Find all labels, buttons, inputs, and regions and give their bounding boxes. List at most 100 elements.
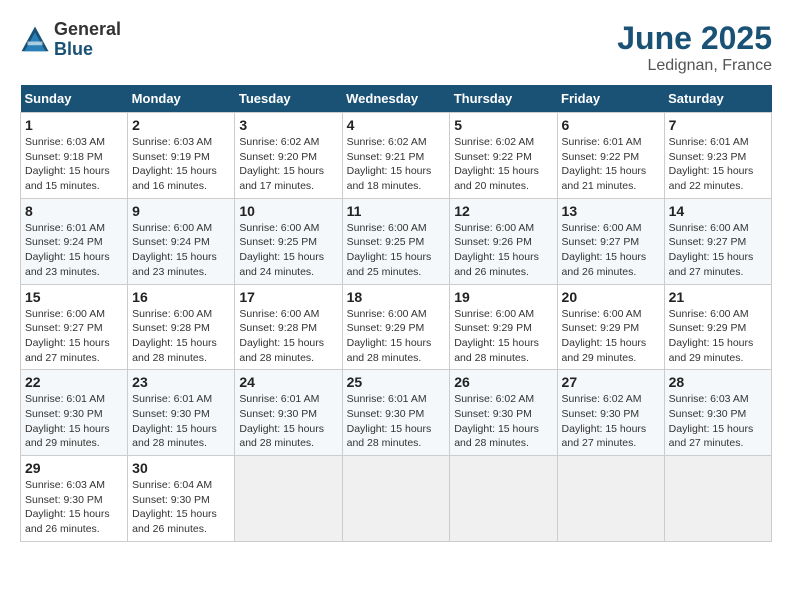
calendar-cell [342, 456, 450, 542]
weekday-header: Tuesday [235, 85, 342, 113]
day-number: 26 [454, 374, 552, 390]
day-number: 29 [25, 460, 123, 476]
calendar-cell: 26 Sunrise: 6:02 AM Sunset: 9:30 PM Dayli… [450, 370, 557, 456]
day-info: Sunrise: 6:02 AM Sunset: 9:20 PM Dayligh… [239, 135, 337, 194]
calendar-title: June 2025 [617, 20, 772, 57]
calendar-cell: 17Sunrise: 6:00 AM Sunset: 9:28 PM Dayli… [235, 284, 342, 370]
calendar-cell: 5Sunrise: 6:02 AM Sunset: 9:22 PM Daylig… [450, 113, 557, 199]
day-number: 5 [454, 117, 552, 133]
weekday-header: Thursday [450, 85, 557, 113]
day-info: Sunrise: 6:00 AM Sunset: 9:25 PM Dayligh… [239, 221, 337, 280]
weekday-header: Wednesday [342, 85, 450, 113]
day-number: 22 [25, 374, 123, 390]
day-info: Sunrise: 6:03 AM Sunset: 9:18 PM Dayligh… [25, 135, 123, 194]
day-info: Sunrise: 6:00 AM Sunset: 9:28 PM Dayligh… [239, 307, 337, 366]
calendar-table: SundayMondayTuesdayWednesdayThursdayFrid… [20, 85, 772, 542]
calendar-cell: 21 Sunrise: 6:00 AM Sunset: 9:29 PM Dayli… [664, 284, 771, 370]
weekday-header: Saturday [664, 85, 771, 113]
day-info: Sunrise: 6:02 AM Sunset: 9:21 PM Dayligh… [347, 135, 446, 194]
calendar-cell: 20Sunrise: 6:00 AM Sunset: 9:29 PM Dayli… [557, 284, 664, 370]
day-number: 1 [25, 117, 123, 133]
calendar-cell: 18Sunrise: 6:00 AM Sunset: 9:29 PM Dayli… [342, 284, 450, 370]
day-number: 19 [454, 289, 552, 305]
calendar-cell: 15 Sunrise: 6:00 AM Sunset: 9:27 PM Dayli… [21, 284, 128, 370]
calendar-cell: 10 Sunrise: 6:00 AM Sunset: 9:25 PM Dayli… [235, 198, 342, 284]
day-info: Sunrise: 6:00 AM Sunset: 9:24 PM Dayligh… [132, 221, 230, 280]
day-number: 15 [25, 289, 123, 305]
calendar-week-row: 15 Sunrise: 6:00 AM Sunset: 9:27 PM Dayli… [21, 284, 772, 370]
calendar-cell: 19 Sunrise: 6:00 AM Sunset: 9:29 PM Dayli… [450, 284, 557, 370]
calendar-cell: 28 Sunrise: 6:03 AM Sunset: 9:30 PM Dayli… [664, 370, 771, 456]
day-number: 2 [132, 117, 230, 133]
day-info: Sunrise: 6:02 AM Sunset: 9:30 PM Dayligh… [454, 392, 552, 451]
calendar-cell: 23 Sunrise: 6:01 AM Sunset: 9:30 PM Dayli… [128, 370, 235, 456]
day-number: 16 [132, 289, 230, 305]
day-info: Sunrise: 6:01 AM Sunset: 9:23 PM Dayligh… [669, 135, 767, 194]
day-info: Sunrise: 6:03 AM Sunset: 9:19 PM Dayligh… [132, 135, 230, 194]
day-number: 9 [132, 203, 230, 219]
day-number: 21 [669, 289, 767, 305]
day-info: Sunrise: 6:01 AM Sunset: 9:24 PM Dayligh… [25, 221, 123, 280]
page-header: General Blue June 2025 Ledignan, France [20, 20, 772, 75]
weekday-header: Monday [128, 85, 235, 113]
weekday-header-row: SundayMondayTuesdayWednesdayThursdayFrid… [21, 85, 772, 113]
calendar-cell: 8 Sunrise: 6:01 AM Sunset: 9:24 PM Daylig… [21, 198, 128, 284]
day-number: 27 [562, 374, 660, 390]
calendar-cell: 25 Sunrise: 6:01 AM Sunset: 9:30 PM Dayli… [342, 370, 450, 456]
day-number: 25 [347, 374, 446, 390]
calendar-cell: 2 Sunrise: 6:03 AM Sunset: 9:19 PM Daylig… [128, 113, 235, 199]
calendar-cell: 24Sunrise: 6:01 AM Sunset: 9:30 PM Dayli… [235, 370, 342, 456]
day-info: Sunrise: 6:01 AM Sunset: 9:22 PM Dayligh… [562, 135, 660, 194]
calendar-cell: 4 Sunrise: 6:02 AM Sunset: 9:21 PM Daylig… [342, 113, 450, 199]
calendar-cell [235, 456, 342, 542]
calendar-cell: 7 Sunrise: 6:01 AM Sunset: 9:23 PM Daylig… [664, 113, 771, 199]
day-info: Sunrise: 6:01 AM Sunset: 9:30 PM Dayligh… [239, 392, 337, 451]
day-number: 4 [347, 117, 446, 133]
logo-blue: Blue [54, 40, 121, 60]
calendar-week-row: 8 Sunrise: 6:01 AM Sunset: 9:24 PM Daylig… [21, 198, 772, 284]
day-info: Sunrise: 6:00 AM Sunset: 9:25 PM Dayligh… [347, 221, 446, 280]
day-number: 18 [347, 289, 446, 305]
calendar-cell: 16Sunrise: 6:00 AM Sunset: 9:28 PM Dayli… [128, 284, 235, 370]
calendar-cell [557, 456, 664, 542]
calendar-cell: 12 Sunrise: 6:00 AM Sunset: 9:26 PM Dayli… [450, 198, 557, 284]
calendar-cell: 3 Sunrise: 6:02 AM Sunset: 9:20 PM Daylig… [235, 113, 342, 199]
logo-text: General Blue [54, 20, 121, 60]
day-info: Sunrise: 6:00 AM Sunset: 9:29 PM Dayligh… [454, 307, 552, 366]
day-number: 28 [669, 374, 767, 390]
calendar-week-row: 1 Sunrise: 6:03 AM Sunset: 9:18 PM Daylig… [21, 113, 772, 199]
calendar-cell: 11Sunrise: 6:00 AM Sunset: 9:25 PM Dayli… [342, 198, 450, 284]
day-info: Sunrise: 6:03 AM Sunset: 9:30 PM Dayligh… [25, 478, 123, 537]
day-info: Sunrise: 6:01 AM Sunset: 9:30 PM Dayligh… [132, 392, 230, 451]
day-number: 10 [239, 203, 337, 219]
day-info: Sunrise: 6:00 AM Sunset: 9:29 PM Dayligh… [669, 307, 767, 366]
calendar-body: 1 Sunrise: 6:03 AM Sunset: 9:18 PM Daylig… [21, 113, 772, 542]
calendar-week-row: 22 Sunrise: 6:01 AM Sunset: 9:30 PM Dayli… [21, 370, 772, 456]
day-number: 6 [562, 117, 660, 133]
day-number: 23 [132, 374, 230, 390]
day-info: Sunrise: 6:02 AM Sunset: 9:30 PM Dayligh… [562, 392, 660, 451]
day-info: Sunrise: 6:00 AM Sunset: 9:27 PM Dayligh… [669, 221, 767, 280]
calendar-cell [450, 456, 557, 542]
calendar-cell: 27 Sunrise: 6:02 AM Sunset: 9:30 PM Dayli… [557, 370, 664, 456]
calendar-cell: 6 Sunrise: 6:01 AM Sunset: 9:22 PM Daylig… [557, 113, 664, 199]
day-info: Sunrise: 6:00 AM Sunset: 9:27 PM Dayligh… [25, 307, 123, 366]
day-number: 30 [132, 460, 230, 476]
day-number: 8 [25, 203, 123, 219]
day-info: Sunrise: 6:03 AM Sunset: 9:30 PM Dayligh… [669, 392, 767, 451]
calendar-cell: 22 Sunrise: 6:01 AM Sunset: 9:30 PM Dayli… [21, 370, 128, 456]
day-number: 14 [669, 203, 767, 219]
day-number: 12 [454, 203, 552, 219]
logo-icon [20, 25, 50, 55]
day-info: Sunrise: 6:01 AM Sunset: 9:30 PM Dayligh… [347, 392, 446, 451]
day-number: 3 [239, 117, 337, 133]
day-info: Sunrise: 6:00 AM Sunset: 9:29 PM Dayligh… [562, 307, 660, 366]
day-info: Sunrise: 6:00 AM Sunset: 9:26 PM Dayligh… [454, 221, 552, 280]
calendar-cell: 13Sunrise: 6:00 AM Sunset: 9:27 PM Dayli… [557, 198, 664, 284]
calendar-cell: 14 Sunrise: 6:00 AM Sunset: 9:27 PM Dayli… [664, 198, 771, 284]
calendar-header: SundayMondayTuesdayWednesdayThursdayFrid… [21, 85, 772, 113]
day-info: Sunrise: 6:01 AM Sunset: 9:30 PM Dayligh… [25, 392, 123, 451]
calendar-cell: 9 Sunrise: 6:00 AM Sunset: 9:24 PM Daylig… [128, 198, 235, 284]
calendar-location: Ledignan, France [617, 57, 772, 75]
day-number: 7 [669, 117, 767, 133]
